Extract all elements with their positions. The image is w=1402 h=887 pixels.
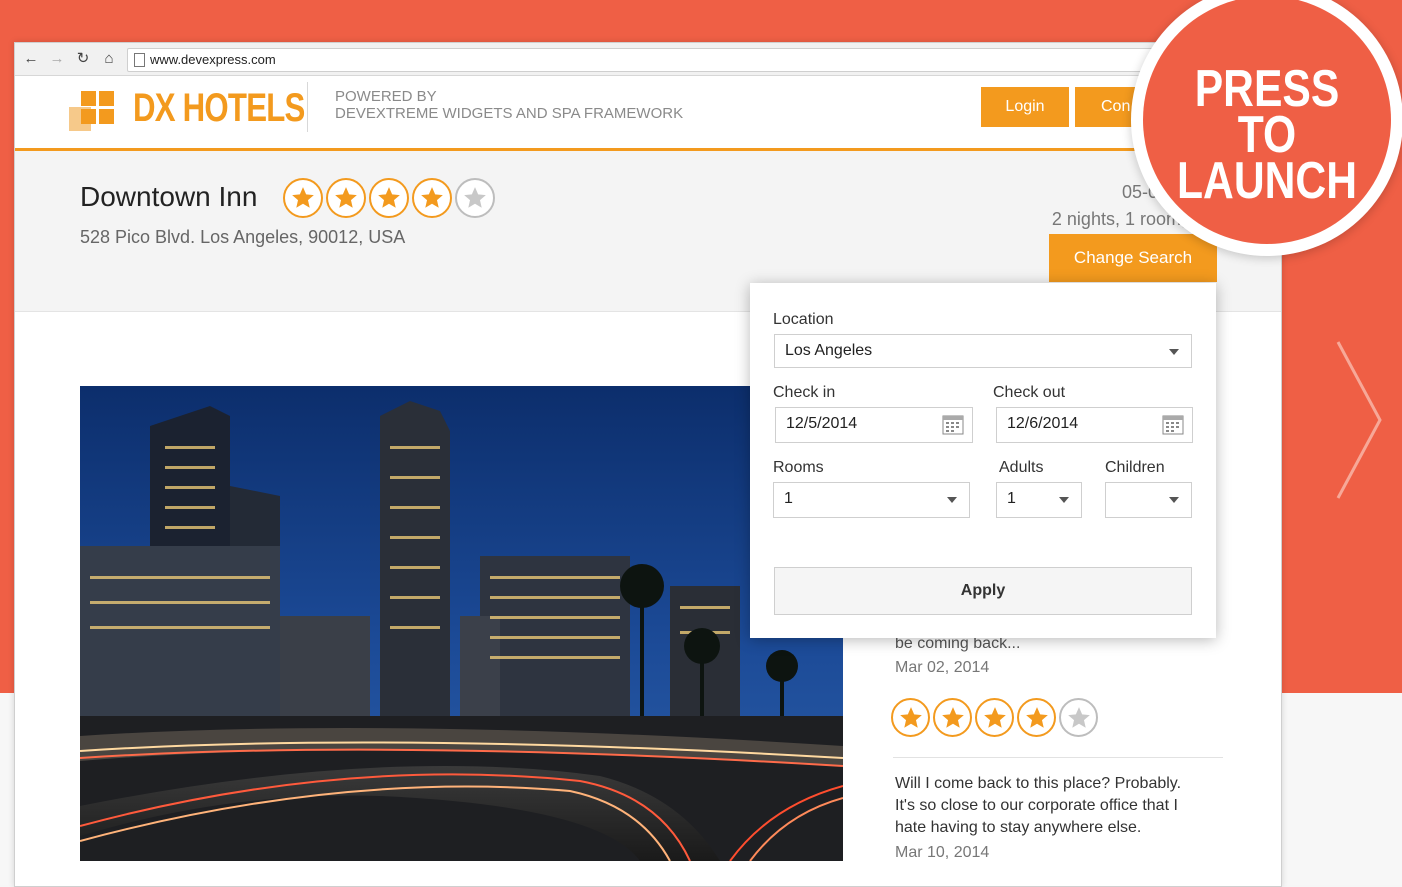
adults-label: Adults [999, 459, 1044, 476]
apply-button[interactable]: Apply [774, 567, 1192, 615]
review-separator [893, 757, 1223, 758]
children-select[interactable] [1105, 482, 1192, 518]
header-divider [307, 82, 308, 132]
checkout-field[interactable]: 12/6/2014 [996, 407, 1193, 443]
star-filled-icon [326, 178, 366, 218]
back-icon[interactable]: ← [23, 51, 39, 67]
reload-icon[interactable]: ↻ [75, 51, 91, 67]
change-search-button[interactable]: Change Search [1049, 234, 1217, 282]
page-icon [134, 53, 145, 67]
chevron-right-icon[interactable] [1330, 340, 1390, 500]
login-button[interactable]: Login [981, 87, 1069, 127]
logo-icon[interactable] [67, 85, 117, 135]
location-select[interactable]: Los Angeles [774, 334, 1192, 368]
checkout-label: Check out [993, 384, 1066, 401]
review-2-text: Will I come back to this place? Probably… [895, 773, 1181, 839]
star-filled-icon [369, 178, 409, 218]
location-label: Location [773, 311, 834, 328]
press-line-1: PRESS TO [1194, 60, 1340, 164]
adults-value: 1 [1007, 490, 1016, 507]
review-2-line-2: It's so close to our corporate office th… [895, 797, 1178, 814]
rooms-label: Rooms [773, 459, 824, 476]
logo-text[interactable]: DX HOTELS [133, 86, 305, 131]
home-icon[interactable]: ⌂ [101, 51, 117, 67]
star-filled-icon [975, 698, 1014, 737]
chevron-down-icon [1169, 349, 1179, 355]
star-filled-icon [1017, 698, 1056, 737]
review-2-date: Mar 10, 2014 [895, 844, 990, 861]
star-empty-icon [455, 178, 495, 218]
powered-line-1: POWERED BY [335, 88, 437, 105]
calendar-icon[interactable] [1162, 413, 1184, 435]
press-to-launch-button[interactable]: PRESS TO LAUNCH [1131, 0, 1402, 256]
checkout-value: 12/6/2014 [1007, 415, 1079, 432]
powered-line-2: DEVEXTREME WIDGETS AND SPA FRAMEWORK [335, 105, 684, 122]
search-popup: Location Los Angeles Check in 12/5/2014 … [750, 283, 1216, 638]
rooms-value: 1 [784, 490, 793, 507]
location-value: Los Angeles [785, 342, 873, 359]
review-1-rating [891, 698, 1098, 737]
star-filled-icon [891, 698, 930, 737]
checkin-field[interactable]: 12/5/2014 [775, 407, 973, 443]
app-header: DX HOTELS POWERED BY DEVEXTREME WIDGETS … [15, 76, 1281, 151]
url-text: www.devexpress.com [150, 52, 276, 67]
hotel-name: Downtown Inn [80, 181, 258, 212]
rooms-select[interactable]: 1 [773, 482, 970, 518]
chevron-down-icon [1169, 497, 1179, 503]
press-to-launch-inner: PRESS TO LAUNCH [1143, 0, 1391, 244]
star-empty-icon [1059, 698, 1098, 737]
star-filled-icon [412, 178, 452, 218]
browser-toolbar: ← → ↻ ⌂ www.devexpress.com [15, 43, 1281, 76]
review-2-line-1: Will I come back to this place? Probably… [895, 775, 1182, 792]
review-2-line-3: hate having to stay anywhere else. [895, 819, 1142, 836]
hotel-photo [80, 386, 843, 861]
powered-by: POWERED BY DEVEXTREME WIDGETS AND SPA FR… [335, 88, 683, 122]
review-1-date: Mar 02, 2014 [895, 659, 990, 676]
calendar-icon[interactable] [942, 413, 964, 435]
press-line-2: LAUNCH [1176, 152, 1358, 210]
adults-select[interactable]: 1 [996, 482, 1082, 518]
chevron-down-icon [1059, 497, 1069, 503]
press-to-launch-label: PRESS TO LAUNCH [1165, 60, 1368, 210]
forward-icon[interactable]: → [49, 51, 65, 67]
star-filled-icon [933, 698, 972, 737]
checkin-value: 12/5/2014 [786, 415, 858, 432]
chevron-down-icon [947, 497, 957, 503]
checkin-label: Check in [773, 384, 836, 401]
star-filled-icon [283, 178, 323, 218]
hotel-rating [283, 178, 495, 218]
address-bar[interactable]: www.devexpress.com [127, 48, 1269, 72]
children-label: Children [1105, 459, 1165, 476]
hotel-address: 528 Pico Blvd. Los Angeles, 90012, USA [80, 227, 406, 247]
